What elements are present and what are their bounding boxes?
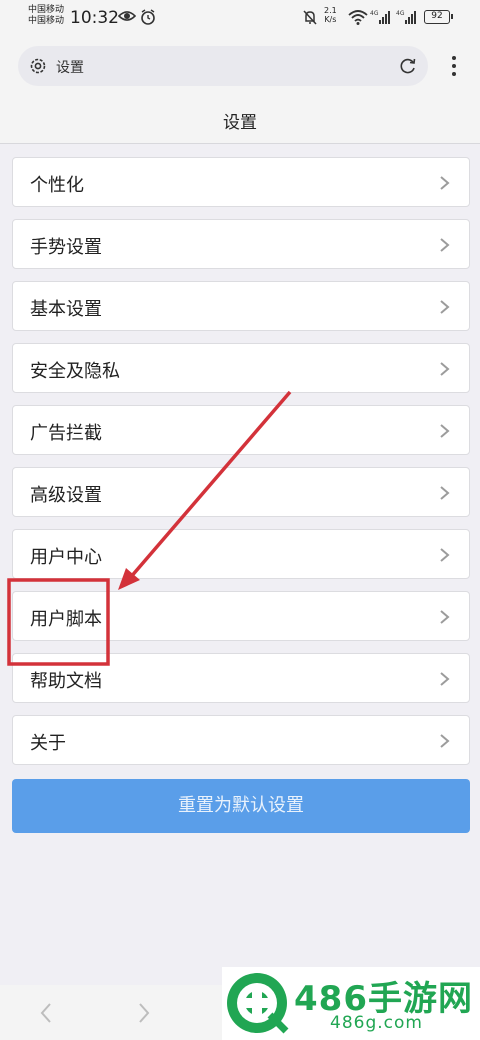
browser-toolbar: 设置 bbox=[0, 36, 480, 96]
address-bar[interactable]: 设置 bbox=[18, 46, 428, 86]
reset-defaults-button[interactable]: 重置为默认设置 bbox=[12, 779, 470, 833]
wifi-icon bbox=[348, 10, 368, 25]
settings-list: 个性化 手势设置 基本设置 安全及隐私 广告拦截 高级设置 用户中心 用户脚本 … bbox=[12, 157, 470, 777]
site-logo-icon bbox=[227, 973, 289, 1034]
carrier-info: 中国移动 中国移动 bbox=[28, 5, 64, 27]
chevron-right-icon bbox=[440, 238, 450, 252]
mute-bell-icon bbox=[303, 10, 317, 25]
settings-item-about[interactable]: 关于 bbox=[12, 715, 470, 765]
more-menu-icon[interactable] bbox=[444, 54, 464, 78]
watermark: 486手游网 486g.com bbox=[222, 967, 480, 1040]
carrier-1: 中国移动 bbox=[28, 5, 65, 15]
status-bar: 中国移动 中国移动 10:32 2.1 K/s 4G 4G 92 bbox=[0, 0, 480, 36]
settings-item-label: 广告拦截 bbox=[30, 423, 102, 444]
address-text: 设置 bbox=[56, 60, 84, 76]
settings-item-advanced[interactable]: 高级设置 bbox=[12, 467, 470, 517]
reload-icon[interactable] bbox=[398, 56, 418, 76]
speed-value: 2.1 bbox=[324, 6, 337, 15]
chevron-right-icon bbox=[440, 548, 450, 562]
settings-item-label: 个性化 bbox=[30, 175, 84, 196]
page-title: 设置 bbox=[223, 113, 257, 133]
settings-item-basic[interactable]: 基本设置 bbox=[12, 281, 470, 331]
chevron-right-icon bbox=[440, 672, 450, 686]
gear-icon bbox=[30, 58, 46, 74]
settings-item-user-center[interactable]: 用户中心 bbox=[12, 529, 470, 579]
settings-item-personalization[interactable]: 个性化 bbox=[12, 157, 470, 207]
alarm-icon bbox=[141, 9, 155, 25]
clock: 10:32 bbox=[70, 8, 119, 28]
chevron-right-icon bbox=[440, 362, 450, 376]
svg-text:4G: 4G bbox=[370, 10, 379, 17]
settings-item-security-privacy[interactable]: 安全及隐私 bbox=[12, 343, 470, 393]
svg-text:4G: 4G bbox=[396, 10, 405, 17]
chevron-right-icon bbox=[440, 734, 450, 748]
settings-item-label: 帮助文档 bbox=[30, 671, 102, 692]
settings-item-label: 手势设置 bbox=[30, 237, 102, 258]
signal-4g-icon-1: 4G bbox=[370, 10, 390, 24]
settings-item-label: 安全及隐私 bbox=[30, 361, 120, 382]
eye-icon bbox=[118, 11, 136, 21]
settings-item-label: 基本设置 bbox=[30, 299, 102, 320]
page-header: 设置 bbox=[0, 96, 480, 144]
carrier-2: 中国移动 bbox=[28, 16, 65, 26]
network-speed: 2.1 K/s bbox=[324, 6, 337, 24]
settings-item-user-scripts[interactable]: 用户脚本 bbox=[12, 591, 470, 641]
chevron-right-icon bbox=[440, 424, 450, 438]
battery-indicator: 92 bbox=[424, 10, 453, 24]
settings-item-help-docs[interactable]: 帮助文档 bbox=[12, 653, 470, 703]
chevron-right-icon bbox=[440, 300, 450, 314]
signal-4g-icon-2: 4G bbox=[396, 10, 416, 24]
back-arrow-icon[interactable] bbox=[38, 1001, 54, 1025]
forward-arrow-icon[interactable] bbox=[136, 1001, 152, 1025]
settings-item-gestures[interactable]: 手势设置 bbox=[12, 219, 470, 269]
watermark-domain: 486g.com bbox=[330, 1013, 423, 1033]
settings-item-label: 用户脚本 bbox=[30, 609, 102, 630]
chevron-right-icon bbox=[440, 486, 450, 500]
settings-item-label: 高级设置 bbox=[30, 485, 102, 506]
chevron-right-icon bbox=[440, 176, 450, 190]
chevron-right-icon bbox=[440, 610, 450, 624]
settings-item-label: 关于 bbox=[30, 733, 66, 754]
settings-item-label: 用户中心 bbox=[30, 547, 102, 568]
speed-unit: K/s bbox=[324, 15, 337, 24]
settings-item-ad-block[interactable]: 广告拦截 bbox=[12, 405, 470, 455]
